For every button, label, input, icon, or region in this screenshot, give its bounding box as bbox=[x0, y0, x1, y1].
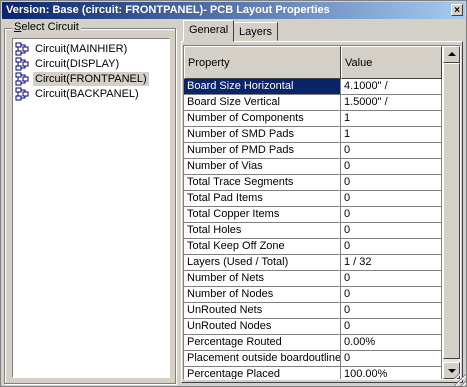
property-cell[interactable]: Total Copper Items bbox=[184, 207, 341, 223]
scroll-thumb[interactable] bbox=[443, 63, 460, 359]
value-cell[interactable]: 0 bbox=[341, 351, 442, 367]
resize-grip[interactable] bbox=[454, 374, 466, 386]
table-row[interactable]: Total Keep Off Zone 0 bbox=[184, 239, 442, 255]
value-cell[interactable]: 0 bbox=[341, 303, 442, 319]
window-title: Version: Base (circuit: FRONTPANEL)- PCB… bbox=[6, 4, 330, 16]
table-row[interactable]: Percentage Routed 0.00% bbox=[184, 335, 442, 351]
property-cell[interactable]: Total Holes bbox=[184, 223, 341, 239]
property-cell[interactable]: Board Size Horizontal bbox=[184, 79, 341, 95]
close-icon: × bbox=[454, 5, 460, 16]
property-cell[interactable]: UnRouted Nodes bbox=[184, 319, 341, 335]
circuit-icon bbox=[15, 87, 29, 100]
tab-layers[interactable]: Layers bbox=[233, 22, 279, 41]
table-row[interactable]: Percentage Placed 100.00% bbox=[184, 367, 442, 379]
table-row[interactable]: Total Copper Items 0 bbox=[184, 207, 442, 223]
table-row[interactable]: Board Size Vertical 1.5000" / bbox=[184, 95, 442, 111]
property-cell[interactable]: Total Trace Segments bbox=[184, 175, 341, 191]
value-cell[interactable]: 1 / 32 bbox=[341, 255, 442, 271]
value-cell[interactable]: 0 bbox=[341, 159, 442, 175]
property-cell[interactable]: Percentage Placed bbox=[184, 367, 341, 379]
arrow-down-icon bbox=[448, 369, 456, 373]
table-row[interactable]: Number of PMD Pads 0 bbox=[184, 143, 442, 159]
vertical-scrollbar[interactable] bbox=[443, 46, 460, 379]
property-cell[interactable]: Number of PMD Pads bbox=[184, 143, 341, 159]
value-cell[interactable]: 1 bbox=[341, 111, 442, 127]
tree-item-label: Circuit(BACKPANEL) bbox=[35, 87, 139, 100]
value-cell[interactable]: 0 bbox=[341, 207, 442, 223]
table-row[interactable]: UnRouted Nodes 0 bbox=[184, 319, 442, 335]
property-cell[interactable]: Number of Nets bbox=[184, 271, 341, 287]
property-cell[interactable]: Number of Nodes bbox=[184, 287, 341, 303]
value-cell[interactable]: 0 bbox=[341, 287, 442, 303]
column-header-property[interactable]: Property bbox=[184, 46, 341, 79]
property-cell[interactable]: Total Keep Off Zone bbox=[184, 239, 341, 255]
table-row[interactable]: Number of SMD Pads 1 bbox=[184, 127, 442, 143]
property-cell[interactable]: Layers (Used / Total) bbox=[184, 255, 341, 271]
scroll-up-button[interactable] bbox=[443, 46, 460, 63]
value-cell[interactable]: 0.00% bbox=[341, 335, 442, 351]
value-cell[interactable]: 0 bbox=[341, 271, 442, 287]
property-cell[interactable]: Percentage Routed bbox=[184, 335, 341, 351]
tree-item-label: Circuit(MAINHIER) bbox=[35, 42, 128, 55]
property-cell[interactable]: Placement outside boardoutline bbox=[184, 351, 341, 367]
value-cell[interactable]: 100.00% bbox=[341, 367, 442, 379]
value-cell[interactable]: 0 bbox=[341, 319, 442, 335]
value-cell[interactable]: 0 bbox=[341, 191, 442, 207]
circuit-tree[interactable]: Circuit(MAINHIER) Circuit(DISPLAY) Circu… bbox=[12, 38, 170, 378]
tab-general[interactable]: General bbox=[183, 20, 235, 42]
value-cell[interactable]: 0 bbox=[341, 143, 442, 159]
table-row[interactable]: Total Holes 0 bbox=[184, 223, 442, 239]
value-cell[interactable]: 0 bbox=[341, 239, 442, 255]
value-cell[interactable]: 0 bbox=[341, 175, 442, 191]
table-row[interactable]: Total Trace Segments 0 bbox=[184, 175, 442, 191]
tree-item-label: Circuit(DISPLAY) bbox=[35, 57, 120, 70]
tree-item-label: Circuit(FRONTPANEL) bbox=[33, 71, 149, 86]
tree-item-mainhier[interactable]: Circuit(MAINHIER) bbox=[15, 41, 129, 56]
property-cell[interactable]: Total Pad Items bbox=[184, 191, 341, 207]
value-cell[interactable]: 0 bbox=[341, 223, 442, 239]
tree-item-backpanel[interactable]: Circuit(BACKPANEL) bbox=[15, 86, 141, 101]
close-button[interactable]: × bbox=[451, 4, 463, 16]
property-cell[interactable]: Number of SMD Pads bbox=[184, 127, 341, 143]
table-row[interactable]: Number of Components 1 bbox=[184, 111, 442, 127]
column-header-value[interactable]: Value bbox=[341, 46, 442, 79]
table-row[interactable]: Number of Vias 0 bbox=[184, 159, 442, 175]
value-cell[interactable]: 1 bbox=[341, 127, 442, 143]
property-cell[interactable]: Number of Components bbox=[184, 111, 341, 127]
tree-item-frontpanel[interactable]: Circuit(FRONTPANEL) bbox=[15, 71, 149, 86]
value-cell[interactable]: 4.1000" / bbox=[341, 79, 442, 95]
circuit-icon bbox=[15, 72, 29, 85]
table-row[interactable]: Total Pad Items 0 bbox=[184, 191, 442, 207]
grid-header: Property Value bbox=[184, 46, 442, 79]
select-circuit-label: Select Circuit bbox=[12, 21, 81, 33]
table-row[interactable]: Number of Nets 0 bbox=[184, 271, 442, 287]
arrow-up-icon bbox=[448, 52, 456, 56]
property-cell[interactable]: Number of Vias bbox=[184, 159, 341, 175]
table-row[interactable]: Layers (Used / Total) 1 / 32 bbox=[184, 255, 442, 271]
value-cell[interactable]: 1.5000" / bbox=[341, 95, 442, 111]
circuit-icon bbox=[15, 57, 29, 70]
property-cell[interactable]: UnRouted Nets bbox=[184, 303, 341, 319]
tree-item-display[interactable]: Circuit(DISPLAY) bbox=[15, 56, 121, 71]
property-cell[interactable]: Board Size Vertical bbox=[184, 95, 341, 111]
table-row[interactable]: Number of Nodes 0 bbox=[184, 287, 442, 303]
title-bar[interactable]: Version: Base (circuit: FRONTPANEL)- PCB… bbox=[2, 2, 465, 19]
table-row[interactable]: Placement outside boardoutline 0 bbox=[184, 351, 442, 367]
circuit-icon bbox=[15, 42, 29, 55]
properties-grid[interactable]: Property Value Board Size Horizontal 4.10… bbox=[183, 45, 461, 380]
table-row[interactable]: UnRouted Nets 0 bbox=[184, 303, 442, 319]
table-row[interactable]: Board Size Horizontal 4.1000" / bbox=[184, 79, 442, 95]
